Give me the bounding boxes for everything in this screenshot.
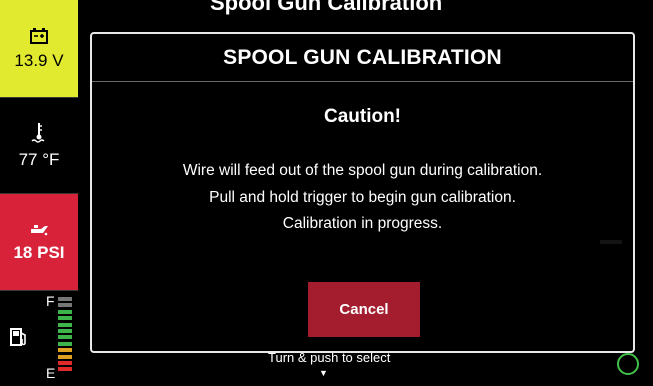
fuel-gauge-segment [58,303,72,308]
caution-heading: Caution! [323,106,402,127]
fuel-gauge-segment [58,309,72,314]
fuel-tile: F E [0,290,78,385]
battery-voltage: 13.9 V [14,50,64,70]
dialog-title: SPOOL GUN CALIBRATION [223,46,502,69]
fuel-gauge-segment [58,348,72,353]
oil-pressure-tile: 18 PSI [0,194,78,290]
fuel-gauge-segment [58,322,72,327]
coolant-temp-value: 77 °F [18,149,60,169]
fuel-gauge-segment [58,316,72,321]
fuel-gauge [58,297,72,374]
dialog-message-line: Wire will feed out of the spool gun duri… [182,162,543,179]
fuel-gauge-segment [58,367,72,372]
fuel-gauge-segment [58,328,72,333]
thermometer-icon [30,122,48,144]
fuel-pump-icon [10,327,28,352]
fuel-gauge-segment [58,297,72,301]
dialog-divider [92,81,633,82]
oil-pressure-value: 18 PSI [13,243,65,262]
fuel-gauge-segment [58,354,72,359]
fuel-empty-label: E [46,365,56,381]
dialog-message-line: Pull and hold trigger to begin gun calib… [209,189,516,206]
status-sidebar: 13.9 V 77 °F 18 PSI F E [0,0,78,385]
oil-can-icon [28,221,50,237]
status-ring-icon [617,353,639,375]
calibration-dialog: SPOOL GUN CALIBRATION Caution! Wire will… [90,32,635,353]
cancel-button[interactable]: Cancel [308,282,420,337]
battery-icon [29,27,49,45]
fuel-full-label: F [46,293,55,309]
battery-tile: 13.9 V [0,0,78,97]
fuel-gauge-segment [58,335,72,340]
down-arrow-icon: ▼ [319,368,328,378]
fuel-gauge-segment [58,360,72,365]
coolant-temp-tile: 77 °F [0,97,78,194]
dialog-message-line: Calibration in progress. [282,215,443,232]
background-title: Spool Gun Calibration [210,0,443,15]
fuel-gauge-segment [58,341,72,346]
